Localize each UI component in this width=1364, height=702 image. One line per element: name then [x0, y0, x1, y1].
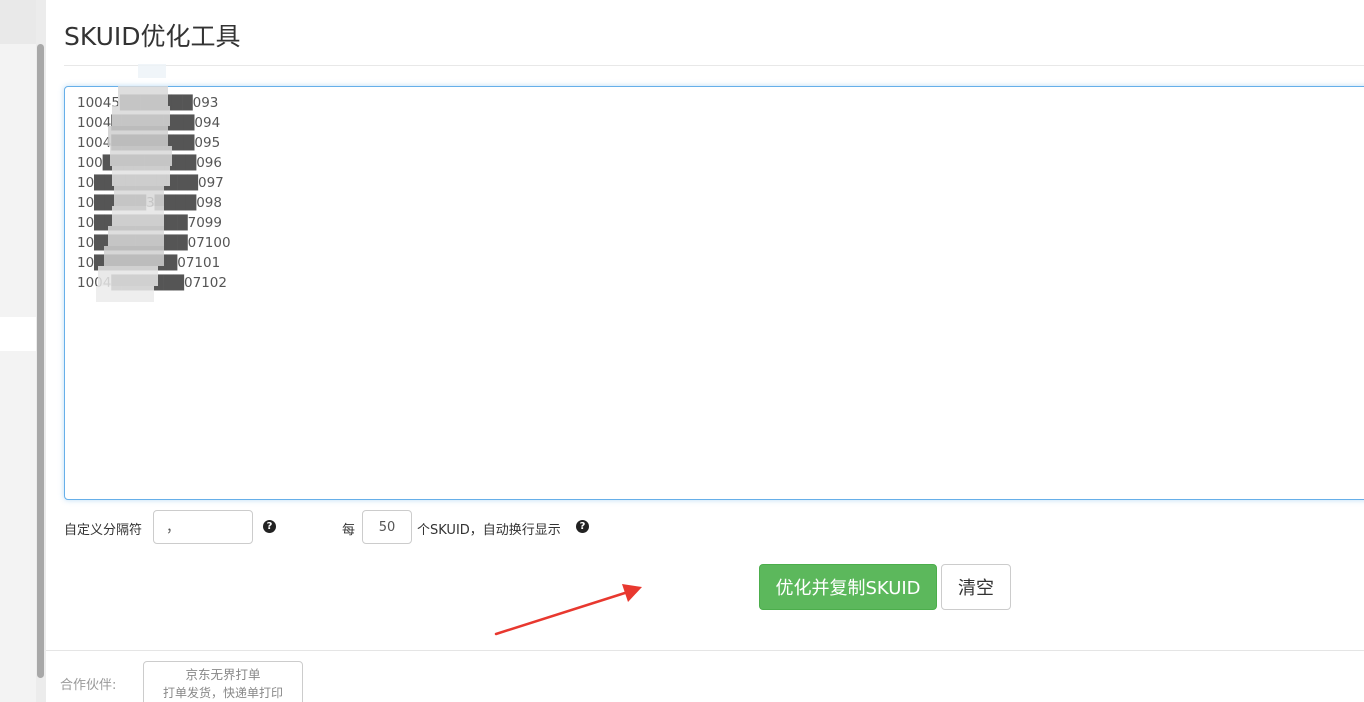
annotation-arrow: [494, 584, 642, 636]
textarea-line: 1004███████07102: [77, 275, 227, 291]
page-title: SKUID优化工具: [64, 22, 241, 51]
textarea-line: 10█████████07100: [77, 235, 231, 251]
textarea-line: 1004████████094: [77, 115, 221, 131]
scrollbar[interactable]: [36, 0, 46, 702]
skuid-textarea[interactable]: 10045███████093 1004████████094 1004████…: [64, 86, 1364, 500]
optimize-copy-button[interactable]: 优化并复制SKUID: [759, 564, 937, 610]
partner-link-card[interactable]: 京东无界打单 打单发货，快递单打印: [143, 661, 303, 702]
per-label: 每: [342, 523, 356, 538]
textarea-line: 10█████████7099: [77, 215, 222, 231]
textarea-line: 10██████████097: [77, 175, 224, 191]
textarea-line: 10045███████093: [77, 95, 219, 111]
partners-label: 合作伙伴:: [60, 678, 117, 693]
sidebar-item-active[interactable]: [0, 317, 36, 351]
sidebar-item-top[interactable]: [0, 0, 36, 44]
per-help-icon[interactable]: ?: [576, 520, 589, 533]
separator-help-icon[interactable]: ?: [263, 520, 276, 533]
clear-button[interactable]: 清空: [941, 564, 1011, 610]
textarea-line: 100█████████096: [77, 155, 222, 171]
partner-name: 京东无界打单: [185, 667, 261, 682]
scrollbar-thumb[interactable]: [37, 44, 44, 678]
footer-divider: [46, 650, 1364, 651]
left-sidebar: [0, 0, 36, 702]
separator-label: 自定义分隔符: [64, 523, 143, 538]
title-divider: [64, 65, 1364, 66]
textarea-line: 10████████07101: [77, 255, 221, 271]
partner-desc: 打单发货，快递单打印: [162, 686, 283, 700]
textarea-line: 10█████3████098: [77, 195, 222, 211]
per-suffix-label: 个SKUID，自动换行显示: [417, 523, 561, 538]
options-row: 自定义分隔符 ? 每 个SKUID，自动换行显示 ?: [64, 510, 764, 544]
per-count-input[interactable]: [362, 510, 412, 544]
separator-input[interactable]: [153, 510, 253, 544]
textarea-line: 1004████████095: [77, 135, 221, 151]
